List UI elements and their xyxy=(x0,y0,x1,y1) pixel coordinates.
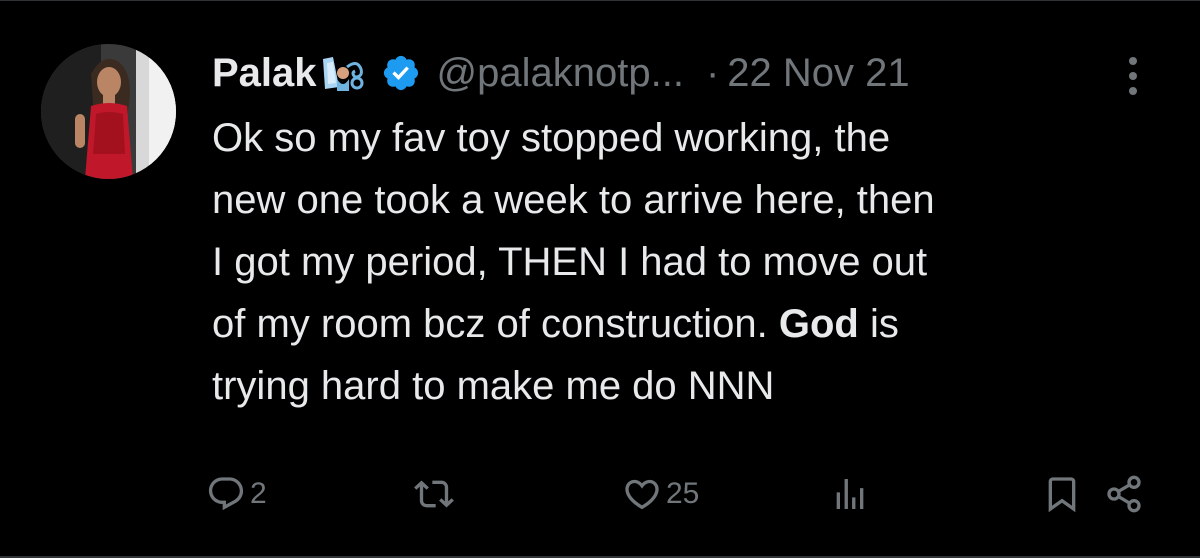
share-button[interactable] xyxy=(1104,471,1144,517)
author-name[interactable]: Palak xyxy=(212,51,317,96)
like-button[interactable]: 25 xyxy=(622,471,699,517)
avatar[interactable] xyxy=(41,44,176,179)
tweet-header: Palak @palaknotp... · 22 Nov 21 xyxy=(212,45,910,101)
separator-dot: · xyxy=(705,50,720,95)
tweet-text-line: I got my period, THEN I had to move out xyxy=(212,240,928,284)
author-handle[interactable]: @palaknotp... xyxy=(437,51,684,96)
tweet-date[interactable]: 22 Nov 21 xyxy=(727,51,909,96)
heart-icon xyxy=(625,479,659,510)
tweet-text-line: of my room bcz of construction. God is xyxy=(212,302,899,346)
share-icon xyxy=(1107,475,1141,513)
reply-button[interactable]: 2 xyxy=(206,471,267,517)
views-button[interactable] xyxy=(830,471,874,517)
like-count: 25 xyxy=(666,477,700,510)
tweet-card[interactable]: Palak @palaknotp... · 22 Nov 21 Ok so my… xyxy=(0,0,1200,558)
bookmark-icon xyxy=(1048,477,1076,513)
bold-word: God xyxy=(778,302,859,346)
views-icon xyxy=(836,479,864,509)
more-vertical-icon[interactable] xyxy=(1118,53,1148,99)
tweet-text-line: new one took a week to arrive here, then xyxy=(212,178,935,222)
bookmark-button[interactable] xyxy=(1042,471,1082,517)
verified-badge-icon[interactable] xyxy=(381,53,421,93)
reply-icon xyxy=(208,477,244,511)
action-bar: 2 25 xyxy=(206,471,1156,517)
tweet-text-line: Ok so my fav toy stopped working, the xyxy=(212,116,891,160)
fairy-emoji-icon xyxy=(322,57,364,91)
retweet-button[interactable] xyxy=(414,471,458,517)
reply-count: 2 xyxy=(250,477,267,510)
tweet-text-line: trying hard to make me do NNN xyxy=(212,364,775,408)
retweet-icon xyxy=(414,480,454,508)
tweet-text: Ok so my fav toy stopped working, the ne… xyxy=(212,107,1172,417)
